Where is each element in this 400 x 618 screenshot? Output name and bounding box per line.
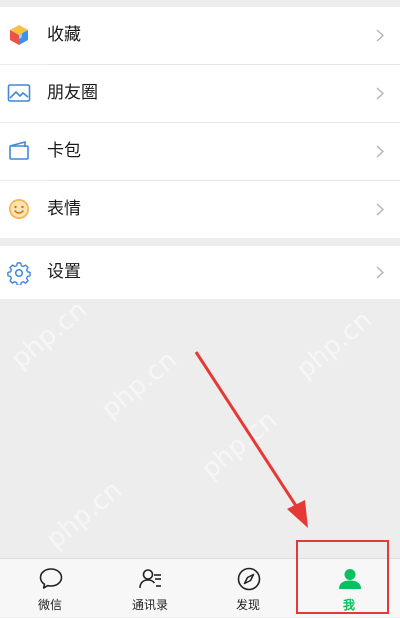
- menu-item-stickers[interactable]: 表情: [0, 181, 400, 238]
- chevron-right-icon: [376, 29, 384, 42]
- menu-item-settings[interactable]: 设置: [0, 246, 400, 299]
- watermark: php.cn: [95, 345, 183, 425]
- contacts-icon: [139, 569, 161, 589]
- annotation-highlight-box: [296, 540, 389, 614]
- compass-icon: [237, 567, 261, 591]
- menu-item-card-wallet[interactable]: 卡包: [0, 123, 400, 180]
- gear-icon: [7, 262, 31, 285]
- moments-image-icon: [7, 84, 31, 102]
- chevron-right-icon: [376, 266, 384, 279]
- menu-item-label: 朋友圈: [47, 83, 98, 103]
- tab-discover[interactable]: 发现: [198, 559, 298, 618]
- watermark: php.cn: [40, 475, 128, 555]
- chat-bubble-icon: [39, 568, 63, 589]
- tab-label: 发现: [235, 598, 260, 612]
- menu-item-label: 设置: [47, 262, 81, 282]
- card-wallet-icon: [9, 140, 29, 160]
- menu-item-label: 卡包: [47, 141, 81, 161]
- watermark: php.cn: [5, 295, 93, 375]
- menu-item-label: 收藏: [47, 25, 81, 45]
- tab-contacts[interactable]: 通讯录: [100, 559, 200, 618]
- favorites-cube-icon: [10, 25, 28, 45]
- menu-item-moments[interactable]: 朋友圈: [0, 65, 400, 122]
- watermark: php.cn: [290, 305, 378, 385]
- chevron-right-icon: [376, 87, 384, 100]
- menu-item-label: 表情: [47, 199, 81, 219]
- chevron-right-icon: [376, 203, 384, 216]
- tab-label: 通讯录: [131, 598, 168, 612]
- smiley-face-icon: [9, 199, 29, 219]
- menu-item-favorites[interactable]: 收藏: [0, 7, 400, 64]
- tab-chats[interactable]: 微信: [0, 559, 100, 618]
- watermark: php.cn: [195, 405, 283, 485]
- chevron-right-icon: [376, 145, 384, 158]
- tab-label: 微信: [37, 598, 62, 612]
